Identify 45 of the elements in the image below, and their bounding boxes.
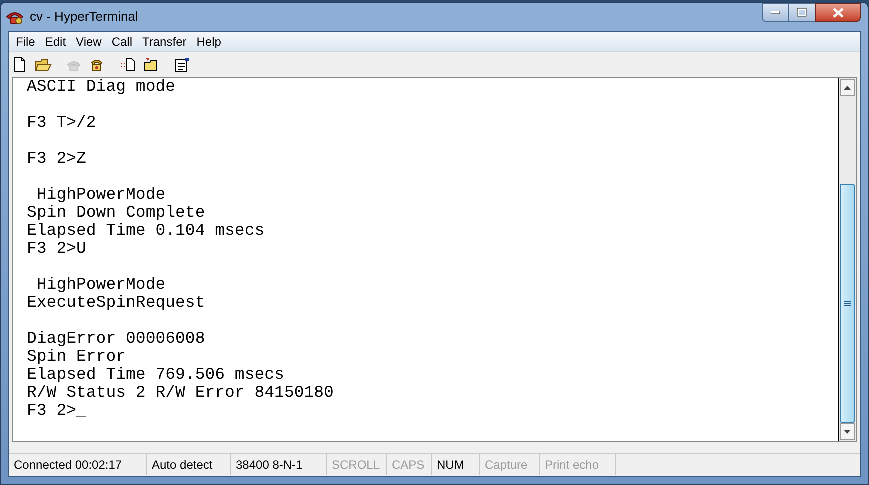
terminal-line: F3 T>/2 (27, 114, 96, 132)
maximize-icon (797, 8, 807, 17)
folder-icon[interactable] (35, 56, 52, 72)
terminal-line: F3 2>U (27, 240, 86, 258)
status-field: Connected 00:02:17 (9, 454, 147, 475)
status-field: Print echo (540, 454, 616, 475)
terminal-line: ASCII Diag mode (27, 78, 176, 96)
menu-item[interactable]: Edit (40, 32, 72, 50)
status-field: Auto detect (147, 454, 231, 475)
scroll-thumb[interactable] (840, 184, 855, 423)
terminal-line: F3 2>Z (27, 150, 86, 168)
maximize-button[interactable] (789, 3, 815, 22)
status-field: CAPS (387, 454, 432, 475)
scroll-down-button[interactable] (840, 423, 855, 440)
terminal-line: ExecuteSpinRequest (27, 294, 206, 312)
status-field: SCROLL (327, 454, 387, 475)
menu-item[interactable]: Transfer (138, 32, 192, 50)
minimize-button[interactable] (762, 3, 789, 22)
menu-item[interactable]: File (11, 32, 40, 50)
terminal-line: Elapsed Time 769.506 msecs (27, 366, 284, 384)
close-button[interactable] (815, 3, 861, 22)
close-icon (832, 8, 844, 18)
menu-item[interactable]: View (71, 32, 107, 50)
terminal-line: HighPowerMode (36, 186, 166, 204)
window-title: cv - HyperTerminal (30, 8, 138, 26)
terminal-line: Spin Down Complete (27, 204, 206, 222)
terminal-line: DiagError 00006008 (27, 330, 206, 348)
status-field: 38400 8-N-1 (231, 454, 327, 475)
scroll-up-button[interactable] (840, 79, 855, 96)
menu-item[interactable]: Help (192, 32, 226, 50)
status-field: Capture (480, 454, 540, 475)
terminal-line: Spin Error (27, 348, 126, 366)
up-arrow-icon (844, 86, 851, 90)
status-field: NUM (432, 454, 480, 475)
terminal-line: Elapsed Time 0.104 msecs (27, 222, 265, 240)
minimize-icon (771, 11, 780, 14)
grip-icon (844, 300, 851, 306)
menu-item[interactable]: Call (106, 32, 138, 50)
down-arrow-icon (844, 430, 851, 434)
receive-folder-icon[interactable] (143, 56, 160, 72)
send-file-icon[interactable] (120, 56, 137, 72)
properties-icon[interactable] (174, 56, 191, 72)
terminal-line: F3 2>_ (27, 402, 86, 420)
terminal-line: R/W Status 2 R/W Error 84150180 (27, 384, 334, 402)
terminal-line: HighPowerMode (36, 276, 166, 294)
